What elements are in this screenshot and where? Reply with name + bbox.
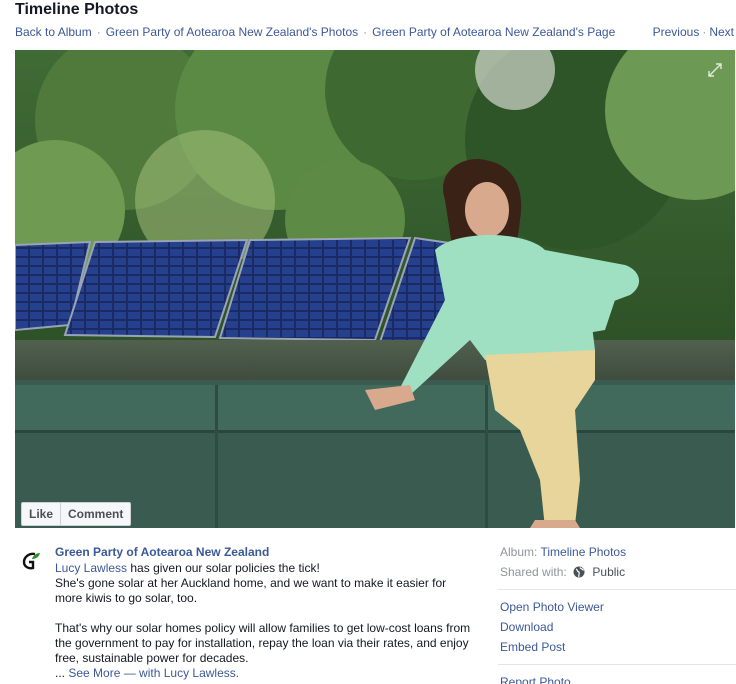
page-title: Timeline Photos [15,1,139,18]
green-party-logo-icon[interactable] [20,550,42,572]
embed-post-link[interactable]: Embed Post [500,640,736,660]
post-line-2: She's gone solar at her Auckland home, a… [55,576,447,605]
album-link[interactable]: Timeline Photos [540,545,626,559]
post-body: Green Party of Aotearoa New Zealand Lucy… [55,545,475,681]
photo-sidebar: Album: Timeline Photos Shared with: Publ… [498,545,736,684]
divider [498,664,736,665]
report-photo-link[interactable]: Report Photo [500,675,736,684]
post-line-1: Lucy Lawless has given our solar policie… [55,561,475,576]
with-text: — with [120,666,164,680]
party-page-link[interactable]: Green Party of Aotearoa New Zealand's Pa… [372,25,615,39]
see-more-link[interactable]: See More [68,666,120,680]
photo-action-bar: Like Comment [21,502,132,526]
post-footer: ... See More — with Lucy Lawless. [55,666,475,681]
post-end: . [235,666,240,680]
shared-with-row: Shared with: Public [500,565,736,585]
breadcrumb-separator: · [96,25,101,39]
expand-icon[interactable] [707,62,723,78]
post-line-3: That's why our solar homes policy will a… [55,621,471,665]
like-button[interactable]: Like [22,503,60,525]
divider [498,589,736,590]
pager-separator: · [702,25,707,39]
mention-link[interactable]: Lucy Lawless [55,561,127,575]
open-photo-viewer-link[interactable]: Open Photo Viewer [500,600,736,620]
previous-link[interactable]: Previous [653,25,700,39]
party-photos-link[interactable]: Green Party of Aotearoa New Zealand's Ph… [106,25,358,39]
tagged-person-link[interactable]: Lucy Lawless [164,666,236,680]
download-link[interactable]: Download [500,620,736,640]
back-to-album-link[interactable]: Back to Album [15,25,92,39]
globe-icon [573,566,585,578]
shared-with-label: Shared with: [500,565,567,579]
ellipsis: ... [55,666,69,680]
comment-button[interactable]: Comment [60,503,130,525]
breadcrumb: Back to Album · Green Party of Aotearoa Ne… [15,25,615,39]
album-row: Album: Timeline Photos [500,545,736,565]
album-label: Album: [500,545,538,559]
photo-pager: Previous · Next [653,25,734,39]
photo[interactable]: Like Comment [15,50,735,528]
breadcrumb-separator: · [363,25,368,39]
privacy-value[interactable]: Public [592,565,625,579]
photo-image [15,50,735,528]
post-author-link[interactable]: Green Party of Aotearoa New Zealand [55,545,475,560]
post-line-1-text: has given our solar policies the tick! [127,561,320,575]
next-link[interactable]: Next [709,25,734,39]
